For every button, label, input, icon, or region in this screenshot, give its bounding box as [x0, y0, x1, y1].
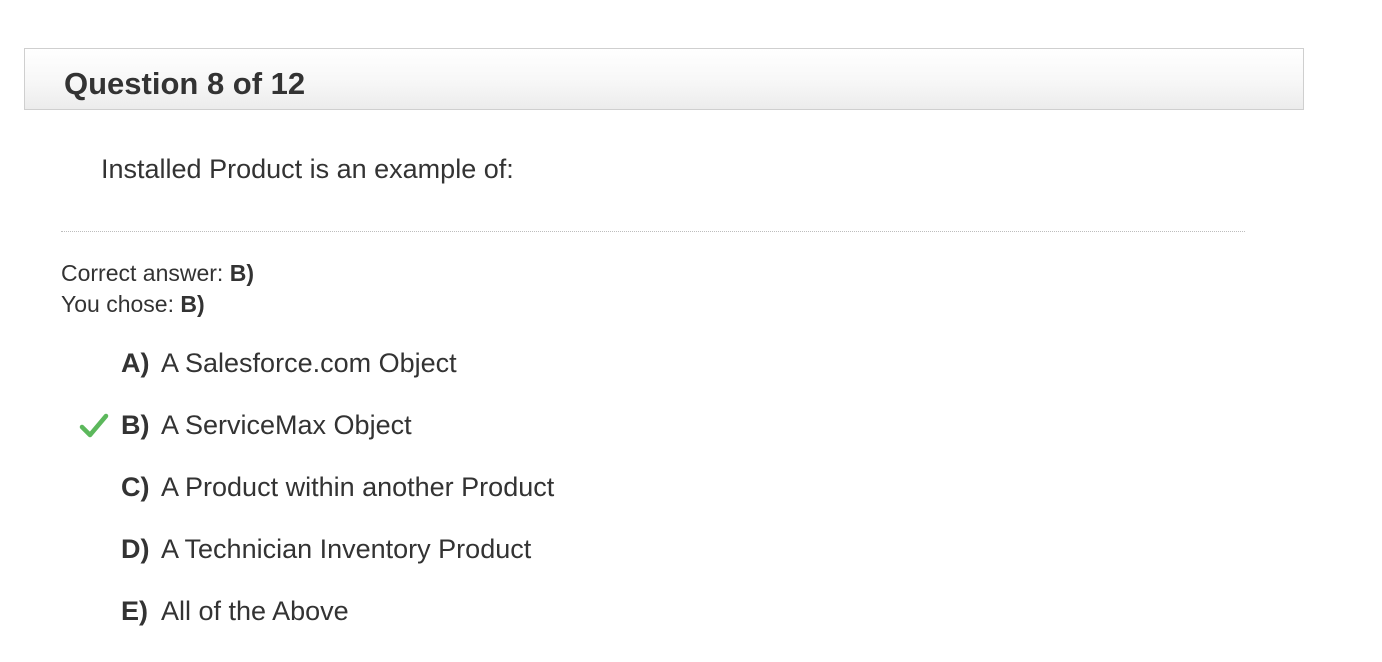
checkmark-icon: [78, 410, 110, 442]
option-letter: D): [121, 534, 150, 564]
divider: [61, 231, 1245, 232]
correct-answer-label: Correct answer:: [61, 260, 224, 286]
option-text: A Salesforce.com Object: [161, 348, 457, 378]
option-text: All of the Above: [161, 596, 349, 626]
option-e: E) All of the Above: [78, 592, 878, 632]
option-letter: E): [121, 596, 148, 626]
option-c: C) A Product within another Product: [78, 468, 878, 508]
chosen-answer-value: B): [180, 291, 205, 317]
correct-answer-line: Correct answer: B): [61, 259, 254, 287]
chosen-answer-line: You chose: B): [61, 290, 205, 318]
question-header: Question 8 of 12: [24, 48, 1304, 110]
option-text: A Technician Inventory Product: [161, 534, 532, 564]
question-title: Question 8 of 12: [64, 66, 306, 101]
option-text: A Product within another Product: [161, 472, 555, 502]
option-a: A) A Salesforce.com Object: [78, 344, 878, 384]
option-b: B) A ServiceMax Object: [78, 406, 878, 446]
option-text: A ServiceMax Object: [161, 410, 412, 440]
option-d: D) A Technician Inventory Product: [78, 530, 878, 570]
question-text: Installed Product is an example of:: [101, 154, 514, 184]
option-letter: A): [121, 348, 150, 378]
chosen-answer-label: You chose:: [61, 291, 174, 317]
quiz-review-page: Question 8 of 12 Installed Product is an…: [0, 0, 1382, 662]
option-letter: C): [121, 472, 150, 502]
option-letter: B): [121, 410, 150, 440]
correct-answer-value: B): [229, 260, 254, 286]
